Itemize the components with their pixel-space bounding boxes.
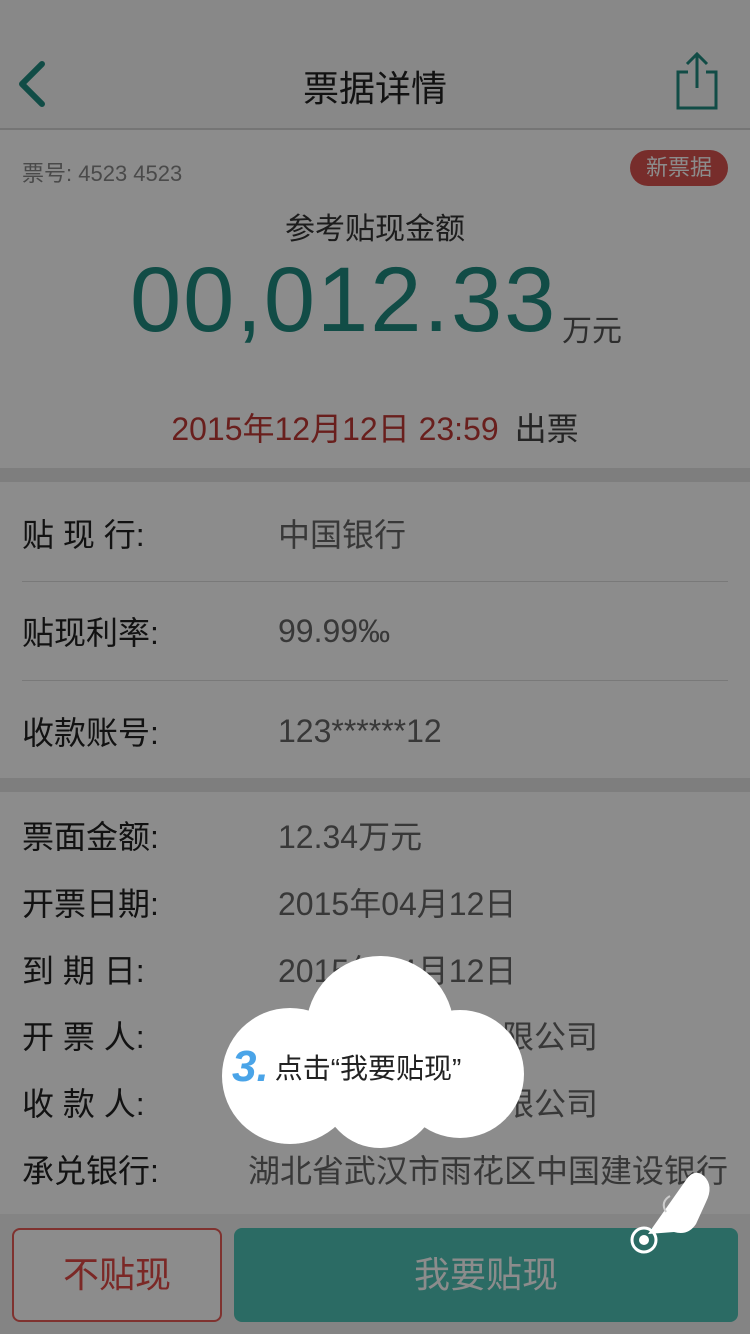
ticket-summary-card: 票号: 4523 4523 新票据 参考贴现金额 00,012.33 万元 20…	[0, 130, 750, 482]
face-amount-row: 票面金额: 12.34万元	[22, 802, 728, 868]
row-label: 贴 现 行:	[22, 517, 145, 553]
discount-bank-row: 贴 现 行: 中国银行	[22, 484, 728, 582]
receiving-account-row: 收款账号: 123******12	[22, 682, 728, 780]
discount-rate-row: 贴现利率: 99.99‰	[22, 582, 728, 680]
row-value: 2015年04月12日	[278, 886, 517, 922]
row-label: 票面金额:	[22, 819, 159, 855]
amount-unit: 万元	[562, 315, 622, 348]
page-title: 票据详情	[302, 68, 447, 109]
row-label: 承兑银行:	[22, 1153, 159, 1189]
issue-tag: 出票	[514, 411, 579, 447]
ticket-number: 票号: 4523 4523	[22, 156, 182, 188]
share-icon	[676, 51, 718, 110]
row-value: 123******12	[278, 712, 442, 749]
navbar: 票据详情	[0, 0, 750, 130]
row-label: 贴现利率:	[22, 615, 159, 651]
tip-text: 3. 点击“我要贴现”	[232, 1042, 532, 1092]
decline-discount-button[interactable]: 不贴现	[12, 1228, 222, 1322]
discount-amount: 00,012.33	[130, 249, 558, 351]
row-value: 99.99‰	[278, 612, 391, 649]
issue-row: 2015年12月12日 23:59 出票	[0, 404, 750, 450]
ticket-number-label: 票号:	[22, 161, 73, 186]
divider	[22, 680, 728, 681]
row-value: 12.34万元	[278, 819, 423, 855]
discount-info-card: 贴 现 行: 中国银行 贴现利率: 99.99‰ 收款账号: 123******…	[0, 482, 750, 792]
new-ticket-badge: 新票据	[630, 150, 728, 186]
tap-hand-icon	[630, 1172, 710, 1254]
tip-message: 点击“我要贴现”	[274, 1053, 462, 1084]
ticket-number-value: 4523 4523	[78, 161, 183, 186]
tip-step-number: 3.	[232, 1042, 269, 1091]
share-button[interactable]	[674, 50, 720, 112]
amount-label: 参考贴现金额	[285, 213, 465, 246]
row-label: 收款账号:	[22, 715, 159, 751]
row-label: 开票日期:	[22, 886, 159, 922]
issue-date-row: 开票日期: 2015年04月12日	[22, 869, 728, 935]
issue-date: 2015年12月12日 23:59	[171, 411, 499, 447]
row-value: 中国银行	[278, 517, 407, 553]
